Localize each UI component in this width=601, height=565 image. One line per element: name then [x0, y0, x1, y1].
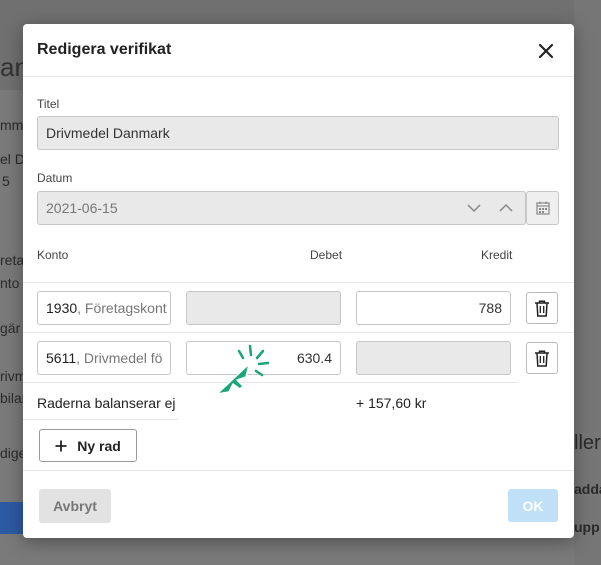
- title-input[interactable]: Drivmedel Danmark: [37, 116, 559, 150]
- plus-icon: [55, 440, 67, 451]
- column-header-kredit: Kredit: [481, 248, 513, 262]
- date-input[interactable]: 2021-06-15: [37, 191, 526, 225]
- background-text: mm: [0, 117, 24, 133]
- background-text: adda: [574, 481, 601, 497]
- calendar-icon: [535, 201, 550, 215]
- background-text: gär: [0, 320, 21, 336]
- kredit-input[interactable]: [356, 341, 511, 375]
- debet-input[interactable]: [186, 291, 341, 325]
- delete-row-button[interactable]: [526, 292, 558, 324]
- column-header-konto: Konto: [37, 248, 69, 262]
- divider: [23, 419, 178, 420]
- close-button[interactable]: [532, 37, 560, 65]
- ok-button[interactable]: OK: [508, 489, 558, 522]
- background-text: upp: [574, 519, 600, 535]
- trash-icon: [535, 299, 549, 317]
- new-row-button[interactable]: Ny rad: [39, 429, 137, 462]
- dialog-header: Redigera verifikat: [23, 24, 574, 77]
- account-name: , Drivmedel fö: [76, 350, 163, 366]
- ok-label: OK: [522, 497, 544, 514]
- title-label: Titel: [37, 97, 60, 111]
- dialog-title: Redigera verifikat: [37, 41, 172, 58]
- account-number: 5611: [46, 350, 77, 366]
- footer-divider: [23, 470, 574, 471]
- balance-difference: + 157,60 kr: [356, 395, 427, 411]
- account-field[interactable]: 5611, Drivmedel fö: [37, 341, 171, 375]
- close-icon: [538, 43, 554, 59]
- cancel-button[interactable]: Avbryt: [39, 489, 111, 523]
- chevron-up-icon[interactable]: [499, 203, 513, 213]
- kredit-value: 788: [478, 300, 502, 316]
- delete-row-button[interactable]: [526, 342, 558, 374]
- background-blue-button: [0, 502, 24, 534]
- kredit-input[interactable]: 788: [356, 291, 511, 325]
- debet-value: 630.4: [296, 350, 332, 366]
- divider: [23, 282, 574, 283]
- click-cursor-icon: [216, 344, 270, 395]
- background-text: 5: [2, 173, 10, 189]
- cancel-label: Avbryt: [53, 498, 97, 514]
- title-input-value: Drivmedel Danmark: [46, 125, 170, 141]
- account-name: , Företagskont: [77, 300, 167, 316]
- divider: [23, 332, 574, 333]
- edit-voucher-dialog: Redigera verifikat Titel Drivmedel Danma…: [23, 24, 574, 538]
- date-input-value: 2021-06-15: [46, 200, 118, 216]
- chevron-down-icon[interactable]: [467, 203, 481, 213]
- background-text: reta: [0, 252, 25, 268]
- trash-icon: [535, 349, 549, 367]
- calendar-button[interactable]: [526, 191, 559, 225]
- column-header-debet: Debet: [310, 248, 343, 262]
- background-text: nto: [0, 275, 20, 291]
- account-field[interactable]: 1930, Företagskont: [37, 291, 171, 325]
- background-text: ller: [574, 432, 601, 454]
- balance-status-text: Raderna balanserar ej: [37, 395, 176, 411]
- new-row-label: Ny rad: [77, 437, 121, 454]
- date-label: Datum: [37, 171, 73, 185]
- account-number: 1930: [46, 300, 78, 316]
